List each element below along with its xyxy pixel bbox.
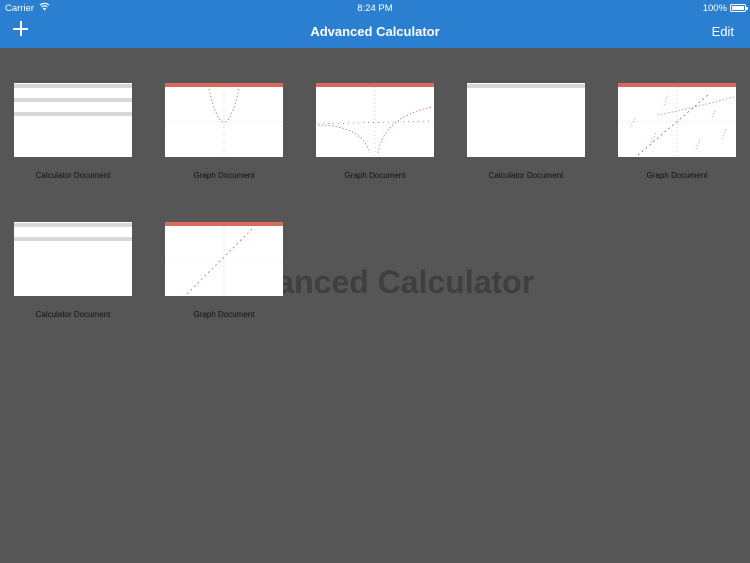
document-item[interactable]: Calculator Document [467, 83, 585, 180]
calculator-thumbnail [14, 83, 132, 157]
document-item[interactable]: Graph Document [316, 83, 434, 180]
calculator-thumbnail [14, 222, 132, 296]
calculator-thumbnail [467, 83, 585, 157]
document-label: Graph Document [646, 171, 708, 180]
graph-thumbnail [165, 83, 283, 157]
document-label: Graph Document [344, 171, 406, 180]
graph-thumbnail [316, 83, 434, 157]
navigation-bar: Advanced Calculator Edit [0, 16, 750, 48]
document-item[interactable]: Calculator Document [14, 83, 132, 180]
document-label: Calculator Document [35, 171, 111, 180]
graph-thumbnail [618, 83, 736, 157]
document-item[interactable]: Graph Document [165, 222, 283, 319]
document-item[interactable]: Graph Document [618, 83, 736, 180]
battery-icon [730, 4, 748, 12]
document-label: Calculator Document [488, 171, 564, 180]
status-bar: Carrier 8:24 PM 100% [0, 0, 750, 16]
document-item[interactable]: Calculator Document [14, 222, 132, 319]
page-title: Advanced Calculator [310, 24, 440, 39]
graph-thumbnail [165, 222, 283, 296]
clock: 8:24 PM [357, 3, 393, 14]
document-label: Calculator Document [35, 310, 111, 319]
document-item[interactable]: Graph Document [165, 83, 283, 180]
document-label: Graph Document [193, 310, 255, 319]
document-label: Graph Document [193, 171, 255, 180]
edit-button[interactable]: Edit [712, 24, 734, 39]
battery-percent: 100% [702, 3, 727, 14]
